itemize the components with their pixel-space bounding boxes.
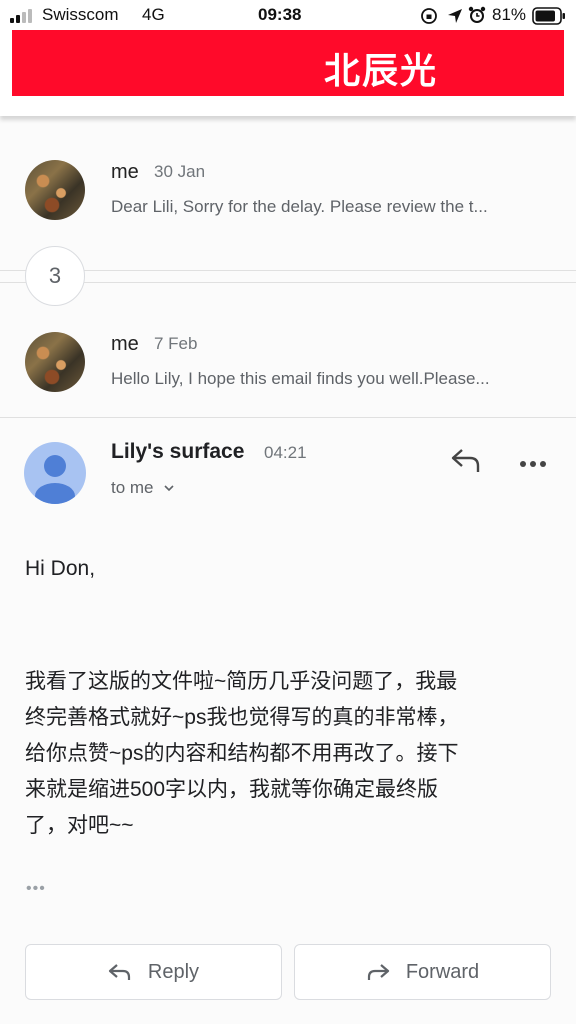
forward-arrow-icon <box>367 964 389 980</box>
reply-arrow-icon <box>108 964 131 980</box>
body-line: 来就是缩进500字以内，我就等你确定最终版 <box>25 778 439 801</box>
more-options-icon[interactable] <box>519 456 547 474</box>
show-trimmed-content[interactable]: ••• <box>26 880 46 898</box>
email-body: 我看了这版的文件啦~简历几乎没问题了，我最 终完善格式就好~ps我也觉得写的真的… <box>25 664 565 844</box>
message-divider <box>0 417 576 418</box>
sender-avatar-default <box>24 442 86 504</box>
chevron-down-icon <box>163 485 174 492</box>
alarm-icon <box>468 6 486 29</box>
reply-button[interactable]: Reply <box>25 944 282 1000</box>
person-icon <box>35 455 75 504</box>
body-line: 给你点赞~ps的内容和结构都不用再改了。接下 <box>25 742 459 765</box>
recipient-toggle[interactable]: to me <box>111 478 176 498</box>
collapsed-count-label: 3 <box>48 263 62 288</box>
location-icon <box>446 7 464 30</box>
recipient-label: to me <box>111 478 154 497</box>
thread-message-1[interactable]: me 30 Jan Dear Lili, Sorry for the delay… <box>0 140 576 240</box>
sender-name: me <box>111 333 139 355</box>
email-greeting: Hi Don, <box>25 557 96 580</box>
banner <box>12 30 564 96</box>
clock: 09:38 <box>258 5 302 24</box>
sender-name: me <box>111 161 139 183</box>
message-snippet: Hello Lily, I hope this email finds you … <box>111 369 490 388</box>
open-message-time: 04:21 <box>264 443 307 462</box>
forward-button[interactable]: Forward <box>294 944 551 1000</box>
sender-avatar <box>25 332 85 392</box>
reply-label: Reply <box>147 960 200 983</box>
message-date: 7 Feb <box>154 334 198 353</box>
signal-icon <box>10 9 36 23</box>
open-sender-name[interactable]: Lily's surface <box>111 440 244 464</box>
collapsed-divider-bottom <box>0 282 576 283</box>
battery-icon <box>532 7 566 30</box>
message-date: 30 Jan <box>154 162 206 181</box>
status-bar: Swisscom 4G 09:38 81% <box>0 0 576 32</box>
carrier-name: Swisscom <box>42 5 119 24</box>
orientation-lock-icon <box>420 7 438 30</box>
thread-message-2[interactable]: me 7 Feb Hello Lily, I hope this email f… <box>0 312 576 412</box>
body-line: 终完善格式就好~ps我也觉得写的真的非常棒， <box>25 706 459 729</box>
battery-percent: 81% <box>492 5 527 24</box>
network-type: 4G <box>142 5 165 24</box>
message-snippet: Dear Lili, Sorry for the delay. Please r… <box>111 197 488 216</box>
forward-label: Forward <box>405 960 480 983</box>
body-line: 了，对吧~~ <box>25 814 134 837</box>
reply-icon[interactable] <box>450 446 482 479</box>
collapsed-messages-count[interactable]: 3 <box>25 246 85 306</box>
body-line: 我看了这版的文件啦~简历几乎没问题了，我最 <box>25 670 458 693</box>
collapsed-divider-top <box>0 270 576 271</box>
banner-text: 北辰光 <box>324 50 439 92</box>
sender-avatar <box>25 160 85 220</box>
